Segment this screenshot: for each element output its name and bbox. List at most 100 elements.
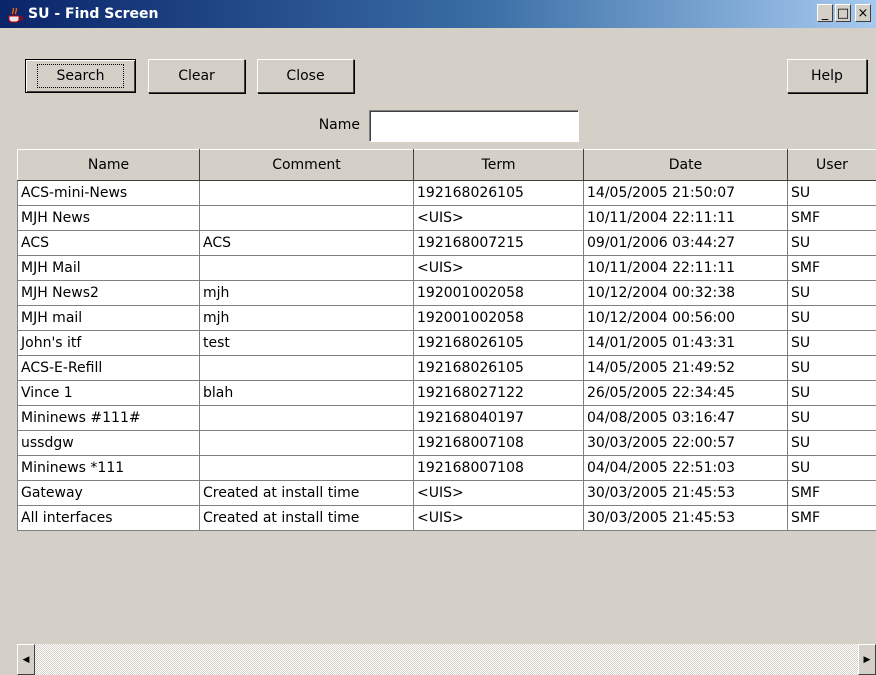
table-row[interactable]: Mininews #111# 192168040197 04/08/2005 03:… [17, 405, 876, 431]
title-bar[interactable]: SU - Find Screen _ □ × [0, 0, 876, 28]
table-row[interactable]: ussdgw 192168007108 30/03/2005 22:00:57 SU [17, 430, 876, 456]
cell-comment: mjh [199, 305, 414, 331]
divider [0, 28, 876, 30]
cell-name: All interfaces [17, 505, 200, 531]
cell-date: 10/12/2004 00:32:38 [583, 280, 788, 306]
cell-comment: Created at install time [199, 480, 414, 506]
column-header-name[interactable]: Name [17, 149, 200, 181]
cell-name: Gateway [17, 480, 200, 506]
cell-name: ACS [17, 230, 200, 256]
table-row[interactable]: MJH Mail <UIS> 10/11/2004 22:11:11 SMF [17, 255, 876, 281]
table-header-row: Name Comment Term Date User [17, 149, 876, 181]
cell-comment [199, 430, 414, 456]
cell-user: SU [787, 305, 876, 331]
cell-user: SMF [787, 205, 876, 231]
table-row[interactable]: MJH News <UIS> 10/11/2004 22:11:11 SMF [17, 205, 876, 231]
close-button[interactable]: Close [257, 59, 354, 93]
search-button[interactable]: Search [25, 59, 136, 93]
cell-name: Vince 1 [17, 380, 200, 406]
cell-name: ACS-E-Refill [17, 355, 200, 381]
cell-name: Mininews #111# [17, 405, 200, 431]
minimize-button[interactable]: _ [817, 4, 833, 22]
cell-date: 04/08/2005 03:16:47 [583, 405, 788, 431]
cell-date: 26/05/2005 22:34:45 [583, 380, 788, 406]
minimize-icon: _ [821, 5, 829, 21]
cell-term: <UIS> [413, 205, 584, 231]
cell-comment [199, 180, 414, 206]
table-row[interactable]: Gateway Created at install time <UIS> 30/03… [17, 480, 876, 506]
cell-term: 192168026105 [413, 180, 584, 206]
right-arrow-icon: ▶ [863, 654, 871, 665]
cell-name: MJH News2 [17, 280, 200, 306]
help-button-label: Help [811, 68, 843, 84]
name-filter-label: Name [318, 117, 360, 133]
cell-date: 10/12/2004 00:56:00 [583, 305, 788, 331]
maximize-icon: □ [836, 5, 850, 21]
cell-term: 192168026105 [413, 355, 584, 381]
table-row[interactable]: John's itf test 192168026105 14/01/2005 01:… [17, 330, 876, 356]
table-row[interactable]: All interfaces Created at install time <UI… [17, 505, 876, 531]
cell-comment: test [199, 330, 414, 356]
cell-term: 192001002058 [413, 280, 584, 306]
cell-user: SU [787, 230, 876, 256]
cell-name: ussdgw [17, 430, 200, 456]
cell-user: SU [787, 355, 876, 381]
column-header-user[interactable]: User [787, 149, 876, 181]
results-table-container: Name Comment Term Date User ACS-mini-New… [17, 149, 876, 643]
close-button-label: Close [286, 68, 325, 84]
cell-comment: blah [199, 380, 414, 406]
table-row[interactable]: ACS-E-Refill 192168026105 14/05/2005 21:49… [17, 355, 876, 381]
search-button-label: Search [37, 64, 124, 88]
column-header-comment[interactable]: Comment [199, 149, 414, 181]
cell-user: SU [787, 455, 876, 481]
cell-name: MJH Mail [17, 255, 200, 281]
cell-user: SMF [787, 505, 876, 531]
cell-date: 14/05/2005 21:50:07 [583, 180, 788, 206]
cell-user: SU [787, 380, 876, 406]
help-button[interactable]: Help [787, 59, 867, 93]
table-row[interactable]: ACS-mini-News 192168026105 14/05/2005 21:5… [17, 180, 876, 206]
column-header-date[interactable]: Date [583, 149, 788, 181]
results-table: Name Comment Term Date User ACS-mini-New… [17, 149, 876, 531]
cell-comment [199, 205, 414, 231]
cell-term: 192001002058 [413, 305, 584, 331]
cell-date: 10/11/2004 22:11:11 [583, 255, 788, 281]
cell-term: <UIS> [413, 255, 584, 281]
table-row[interactable]: MJH News2 mjh 192001002058 10/12/2004 00:32… [17, 280, 876, 306]
cell-name: ACS-mini-News [17, 180, 200, 206]
horizontal-scrollbar[interactable]: ◀ ▶ [17, 644, 876, 675]
left-arrow-icon: ◀ [22, 654, 30, 665]
table-row[interactable]: Mininews *111 192168007108 04/04/2005 22:5… [17, 455, 876, 481]
table-row[interactable]: Vince 1 blah 192168027122 26/05/2005 22:34:… [17, 380, 876, 406]
java-cup-icon [6, 5, 24, 23]
cell-term: 192168027122 [413, 380, 584, 406]
cell-term: 192168007215 [413, 230, 584, 256]
cell-date: 30/03/2005 22:00:57 [583, 430, 788, 456]
cell-comment: ACS [199, 230, 414, 256]
close-window-button[interactable]: × [855, 4, 871, 22]
cell-comment [199, 405, 414, 431]
clear-button-label: Clear [178, 68, 215, 84]
scroll-left-button[interactable]: ◀ [17, 644, 35, 675]
cell-date: 14/05/2005 21:49:52 [583, 355, 788, 381]
cell-user: SMF [787, 255, 876, 281]
window-title: SU - Find Screen [28, 6, 159, 22]
clear-button[interactable]: Clear [148, 59, 245, 93]
cell-comment: Created at install time [199, 505, 414, 531]
close-icon: × [857, 5, 869, 21]
column-header-term[interactable]: Term [413, 149, 584, 181]
scroll-right-button[interactable]: ▶ [858, 644, 876, 675]
cell-term: 192168007108 [413, 430, 584, 456]
table-row[interactable]: ACS ACS 192168007215 09/01/2006 03:44:27 SU [17, 230, 876, 256]
cell-name: Mininews *111 [17, 455, 200, 481]
maximize-button[interactable]: □ [835, 4, 851, 22]
name-filter-input[interactable] [369, 110, 579, 142]
cell-user: SMF [787, 480, 876, 506]
table-row[interactable]: MJH mail mjh 192001002058 10/12/2004 00:56:… [17, 305, 876, 331]
find-screen-window: SU - Find Screen _ □ × Search Clear Clos… [0, 0, 876, 675]
cell-term: 192168007108 [413, 455, 584, 481]
cell-date: 04/04/2005 22:51:03 [583, 455, 788, 481]
cell-user: SU [787, 405, 876, 431]
cell-comment [199, 355, 414, 381]
cell-term: <UIS> [413, 480, 584, 506]
